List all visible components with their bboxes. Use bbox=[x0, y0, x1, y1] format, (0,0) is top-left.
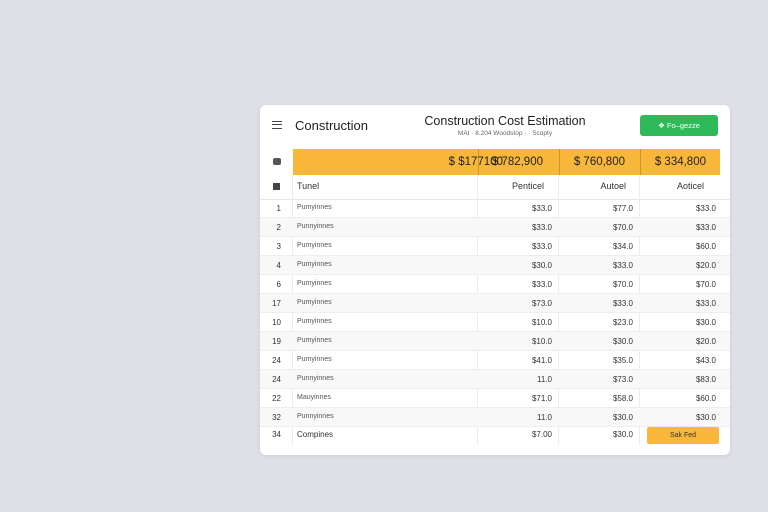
row-value-a: $10.0 bbox=[531, 318, 552, 327]
row-value-c: $33.0 bbox=[695, 299, 716, 308]
row-value-a: $41.0 bbox=[531, 356, 552, 365]
table-row[interactable]: 10 Pumyinnes $10.0 $23.0 $30.0 bbox=[260, 313, 730, 332]
row-item-name: Mauyinnes bbox=[297, 394, 331, 401]
row-number: 34 bbox=[272, 430, 281, 439]
row-value-a: $10.0 bbox=[531, 337, 552, 346]
total-cell-4: $ 334,800 bbox=[654, 156, 706, 168]
row-value-b: $30.0 bbox=[612, 413, 633, 422]
row-item-name: Pumyinnes bbox=[297, 318, 332, 325]
row-value-b: $30.0 bbox=[612, 430, 633, 439]
row-value-c: $33.0 bbox=[695, 223, 716, 232]
select-all-icon[interactable] bbox=[273, 183, 280, 190]
row-number: 24 bbox=[272, 375, 281, 384]
table-row-last[interactable]: 34 Compines $7.00 $30.0 Sak Fed bbox=[260, 424, 730, 446]
row-value-b: $30.0 bbox=[612, 337, 633, 346]
row-value-a: $73.0 bbox=[531, 299, 552, 308]
row-item-name: Pumyinnes bbox=[297, 261, 332, 268]
total-cell-3: $ 760,800 bbox=[573, 156, 625, 168]
hamburger-menu-icon[interactable] bbox=[272, 121, 282, 129]
row-value-b: $33.0 bbox=[612, 261, 633, 270]
estimation-panel: Construction Construction Cost Estimatio… bbox=[260, 105, 730, 455]
row-item-name: Punnyinnes bbox=[297, 413, 334, 420]
row-item-name: Pumyinnes bbox=[297, 299, 332, 306]
row-value-b: $73.0 bbox=[612, 375, 633, 384]
total-cell-2: $ 782,900 bbox=[491, 156, 543, 168]
row-value-b: $70.0 bbox=[612, 223, 633, 232]
row-value-c: $60.0 bbox=[695, 242, 716, 251]
row-value-a: $7.00 bbox=[531, 430, 552, 439]
row-number: 17 bbox=[272, 299, 281, 308]
row-value-c: $30.0 bbox=[695, 413, 716, 422]
row-value-a: $71.0 bbox=[531, 394, 552, 403]
row-value-c: $70.0 bbox=[695, 280, 716, 289]
row-value-c: $43.0 bbox=[695, 356, 716, 365]
row-item-name: Pumyinnes bbox=[297, 356, 332, 363]
row-value-c: $83.0 bbox=[695, 375, 716, 384]
row-item-name: Punnyinnes bbox=[297, 375, 334, 382]
page-subtitle: MAI · 8.204 Woodstop · · Scopty bbox=[457, 130, 553, 137]
row-number: 32 bbox=[272, 413, 281, 422]
totals-bar: $ $177100 $ 782,900 $ 760,800 $ 334,800 bbox=[293, 149, 720, 175]
summary-icon bbox=[273, 158, 281, 165]
row-value-a: 11.0 bbox=[537, 375, 552, 384]
row-number: 6 bbox=[276, 280, 281, 289]
totals-row: $ $177100 $ 782,900 $ 760,800 $ 334,800 bbox=[260, 149, 730, 175]
column-header-item[interactable]: Tunel bbox=[297, 181, 319, 191]
row-value-a: $30.0 bbox=[531, 261, 552, 270]
row-value-b: $58.0 bbox=[612, 394, 633, 403]
row-value-c: $30.0 bbox=[695, 318, 716, 327]
app-title: Construction bbox=[295, 118, 368, 133]
panel-header: Construction Construction Cost Estimatio… bbox=[260, 105, 730, 147]
table-row[interactable]: 17 Pumyinnes $73.0 $33.0 $33.0 bbox=[260, 294, 730, 313]
row-number: 22 bbox=[272, 394, 281, 403]
table-row[interactable]: 22 Mauyinnes $71.0 $58.0 $60.0 bbox=[260, 389, 730, 408]
row-item-name: Pumyinnes bbox=[297, 242, 332, 249]
row-item-name: Pumyinnes bbox=[297, 280, 332, 287]
row-item-name: Pumyinnes bbox=[297, 204, 332, 211]
table-row[interactable]: 1 Pumyinnes $33.0 $77.0 $33.0 bbox=[260, 199, 730, 218]
table-row[interactable]: 3 Pumyinnes $33.0 $34.0 $60.0 bbox=[260, 237, 730, 256]
row-value-b: $33.0 bbox=[612, 299, 633, 308]
row-number: 2 bbox=[276, 223, 281, 232]
row-value-b: $34.0 bbox=[612, 242, 633, 251]
table-row[interactable]: 2 Punnyinnes $33.0 $70.0 $33.0 bbox=[260, 218, 730, 237]
column-header-a[interactable]: Penticel bbox=[512, 181, 544, 191]
table-header: Tunel Penticel Autoel Aoticel bbox=[260, 175, 730, 200]
row-value-a: 11.0 bbox=[537, 413, 552, 422]
table-row[interactable]: 19 Pumyinnes $10.0 $30.0 $20.0 bbox=[260, 332, 730, 351]
row-value-a: $33.0 bbox=[531, 280, 552, 289]
row-number: 10 bbox=[272, 318, 281, 327]
page-title: Construction Cost Estimation bbox=[424, 114, 586, 128]
primary-action-button[interactable]: ❖ Fo–gezze bbox=[640, 115, 718, 136]
row-value-a: $33.0 bbox=[531, 204, 552, 213]
row-number: 1 bbox=[276, 204, 281, 213]
row-value-c: $60.0 bbox=[695, 394, 716, 403]
row-number: 24 bbox=[272, 356, 281, 365]
table-row[interactable]: 6 Pumyinnes $33.0 $70.0 $70.0 bbox=[260, 275, 730, 294]
row-value-c: $20.0 bbox=[695, 261, 716, 270]
row-item-name: Punnyinnes bbox=[297, 223, 334, 230]
row-value-c: $33.0 bbox=[695, 204, 716, 213]
row-number: 4 bbox=[276, 261, 281, 270]
column-header-c[interactable]: Aoticel bbox=[677, 181, 704, 191]
row-item-name: Pumyinnes bbox=[297, 337, 332, 344]
row-number: 19 bbox=[272, 337, 281, 346]
table-row[interactable]: 24 Pumyinnes $41.0 $35.0 $43.0 bbox=[260, 351, 730, 370]
row-item-name: Compines bbox=[297, 430, 334, 439]
row-value-b: $23.0 bbox=[612, 318, 633, 327]
row-value-a: $33.0 bbox=[531, 242, 552, 251]
row-value-b: $70.0 bbox=[612, 280, 633, 289]
table-row[interactable]: 24 Punnyinnes 11.0 $73.0 $83.0 bbox=[260, 370, 730, 389]
row-number: 3 bbox=[276, 242, 281, 251]
row-action-button[interactable]: Sak Fed bbox=[647, 427, 719, 444]
column-header-b[interactable]: Autoel bbox=[600, 181, 626, 191]
table-row[interactable]: 4 Pumyinnes $30.0 $33.0 $20.0 bbox=[260, 256, 730, 275]
table-body: 1 Pumyinnes $33.0 $77.0 $33.0 2 Punnyinnes $33.… bbox=[260, 199, 730, 427]
row-value-b: $35.0 bbox=[612, 356, 633, 365]
row-value-c: $20.0 bbox=[695, 337, 716, 346]
row-value-b: $77.0 bbox=[612, 204, 633, 213]
row-value-a: $33.0 bbox=[531, 223, 552, 232]
